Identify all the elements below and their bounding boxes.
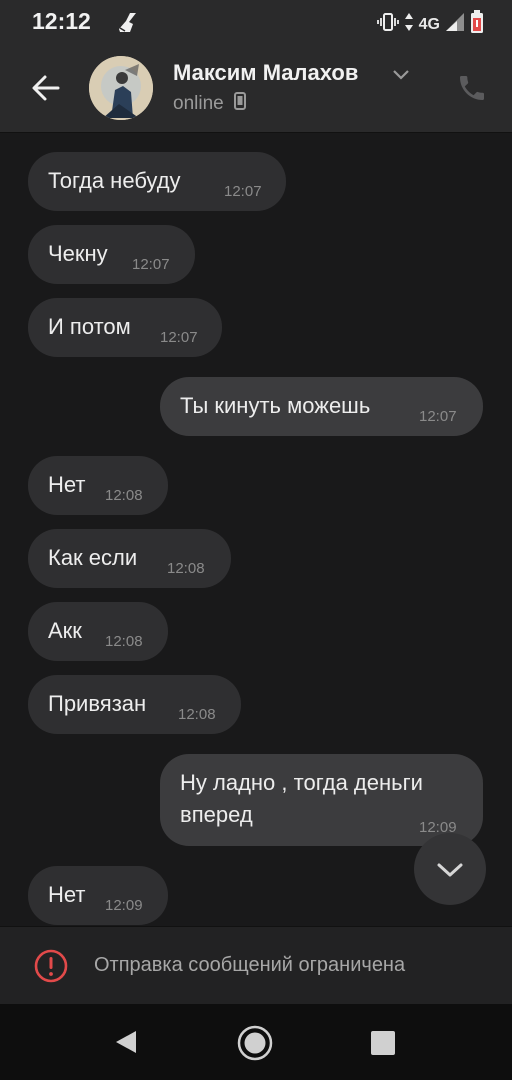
status-time: 12:12 [32, 8, 91, 34]
message-time: 12:07 [419, 408, 457, 425]
message-bubble-outgoing[interactable]: Ты кинуть можешь 12:07 [160, 377, 483, 436]
message-bubble-incoming[interactable]: Тогда небуду 12:07 [28, 152, 286, 211]
status-icons: 4G [376, 10, 484, 39]
nav-back-button[interactable] [112, 1028, 140, 1061]
signal-icon [445, 12, 465, 37]
scroll-to-bottom-button[interactable] [414, 833, 486, 905]
nav-home-button[interactable] [236, 1024, 274, 1067]
nav-recents-icon [371, 1031, 395, 1055]
messaging-restricted-bar: Отправка сообщений ограничена [0, 926, 512, 1005]
message-time: 12:07 [132, 256, 170, 273]
nav-back-icon [116, 1031, 136, 1053]
message-text: Нет [48, 472, 86, 497]
message-text-line2: вперед [180, 802, 253, 827]
message-text: Акк [48, 618, 82, 643]
message-text: Чекну [48, 241, 108, 266]
system-navigation-bar [0, 1004, 512, 1080]
chevron-down-icon [437, 863, 463, 877]
message-text: Как если [48, 545, 138, 570]
message-text: Привязан [48, 691, 147, 716]
message-bubble-incoming[interactable]: Нет 12:09 [28, 866, 168, 925]
chat-header: Максим Малахов online [0, 46, 512, 133]
message-time: 12:07 [160, 329, 198, 346]
vibrate-icon [376, 12, 399, 37]
contact-name[interactable]: Максим Малахов [173, 60, 358, 86]
message-bubble-incoming[interactable]: Нет 12:08 [28, 456, 168, 515]
message-bubble-incoming[interactable]: И потом 12:07 [28, 298, 222, 357]
contact-status: online [173, 92, 246, 115]
call-button[interactable] [456, 72, 488, 104]
nav-home-icon [237, 1025, 273, 1061]
chevron-down-icon[interactable] [392, 68, 410, 86]
message-time: 12:08 [178, 706, 216, 723]
network-type: 4G [418, 15, 440, 33]
battery-icon [470, 10, 484, 39]
restricted-message: Отправка сообщений ограничена [94, 954, 406, 976]
message-time: 12:07 [224, 183, 262, 200]
message-bubble-incoming[interactable]: Привязан 12:08 [28, 675, 241, 734]
message-text: Нет [48, 882, 86, 907]
message-text: Ну ладно , тогда деньги [180, 770, 423, 795]
message-bubble-incoming[interactable]: Чекну 12:07 [28, 225, 195, 284]
message-time: 12:08 [105, 487, 143, 504]
data-arrows-icon [404, 12, 414, 37]
broom-icon [116, 10, 140, 39]
message-bubble-incoming[interactable]: Акк 12:08 [28, 602, 168, 661]
message-list[interactable]: Тогда небуду 12:07 Чекну 12:07 И потом 1… [0, 133, 512, 925]
message-bubble-incoming[interactable]: Как если 12:08 [28, 529, 231, 588]
avatar[interactable] [89, 56, 153, 120]
message-time: 12:08 [105, 633, 143, 650]
message-text: Тогда небуду [48, 168, 181, 193]
online-status: online [173, 92, 224, 114]
warning-icon [33, 948, 69, 989]
message-time: 12:09 [105, 897, 143, 914]
back-button[interactable] [26, 68, 66, 108]
back-arrow-icon [32, 75, 60, 101]
nav-recents-button[interactable] [370, 1030, 396, 1061]
status-bar: 12:12 4G [0, 0, 512, 46]
mobile-device-icon [233, 92, 246, 115]
message-text: И потом [48, 314, 131, 339]
phone-icon [460, 76, 484, 100]
message-text: Ты кинуть можешь [180, 393, 371, 418]
message-time: 12:08 [167, 560, 205, 577]
